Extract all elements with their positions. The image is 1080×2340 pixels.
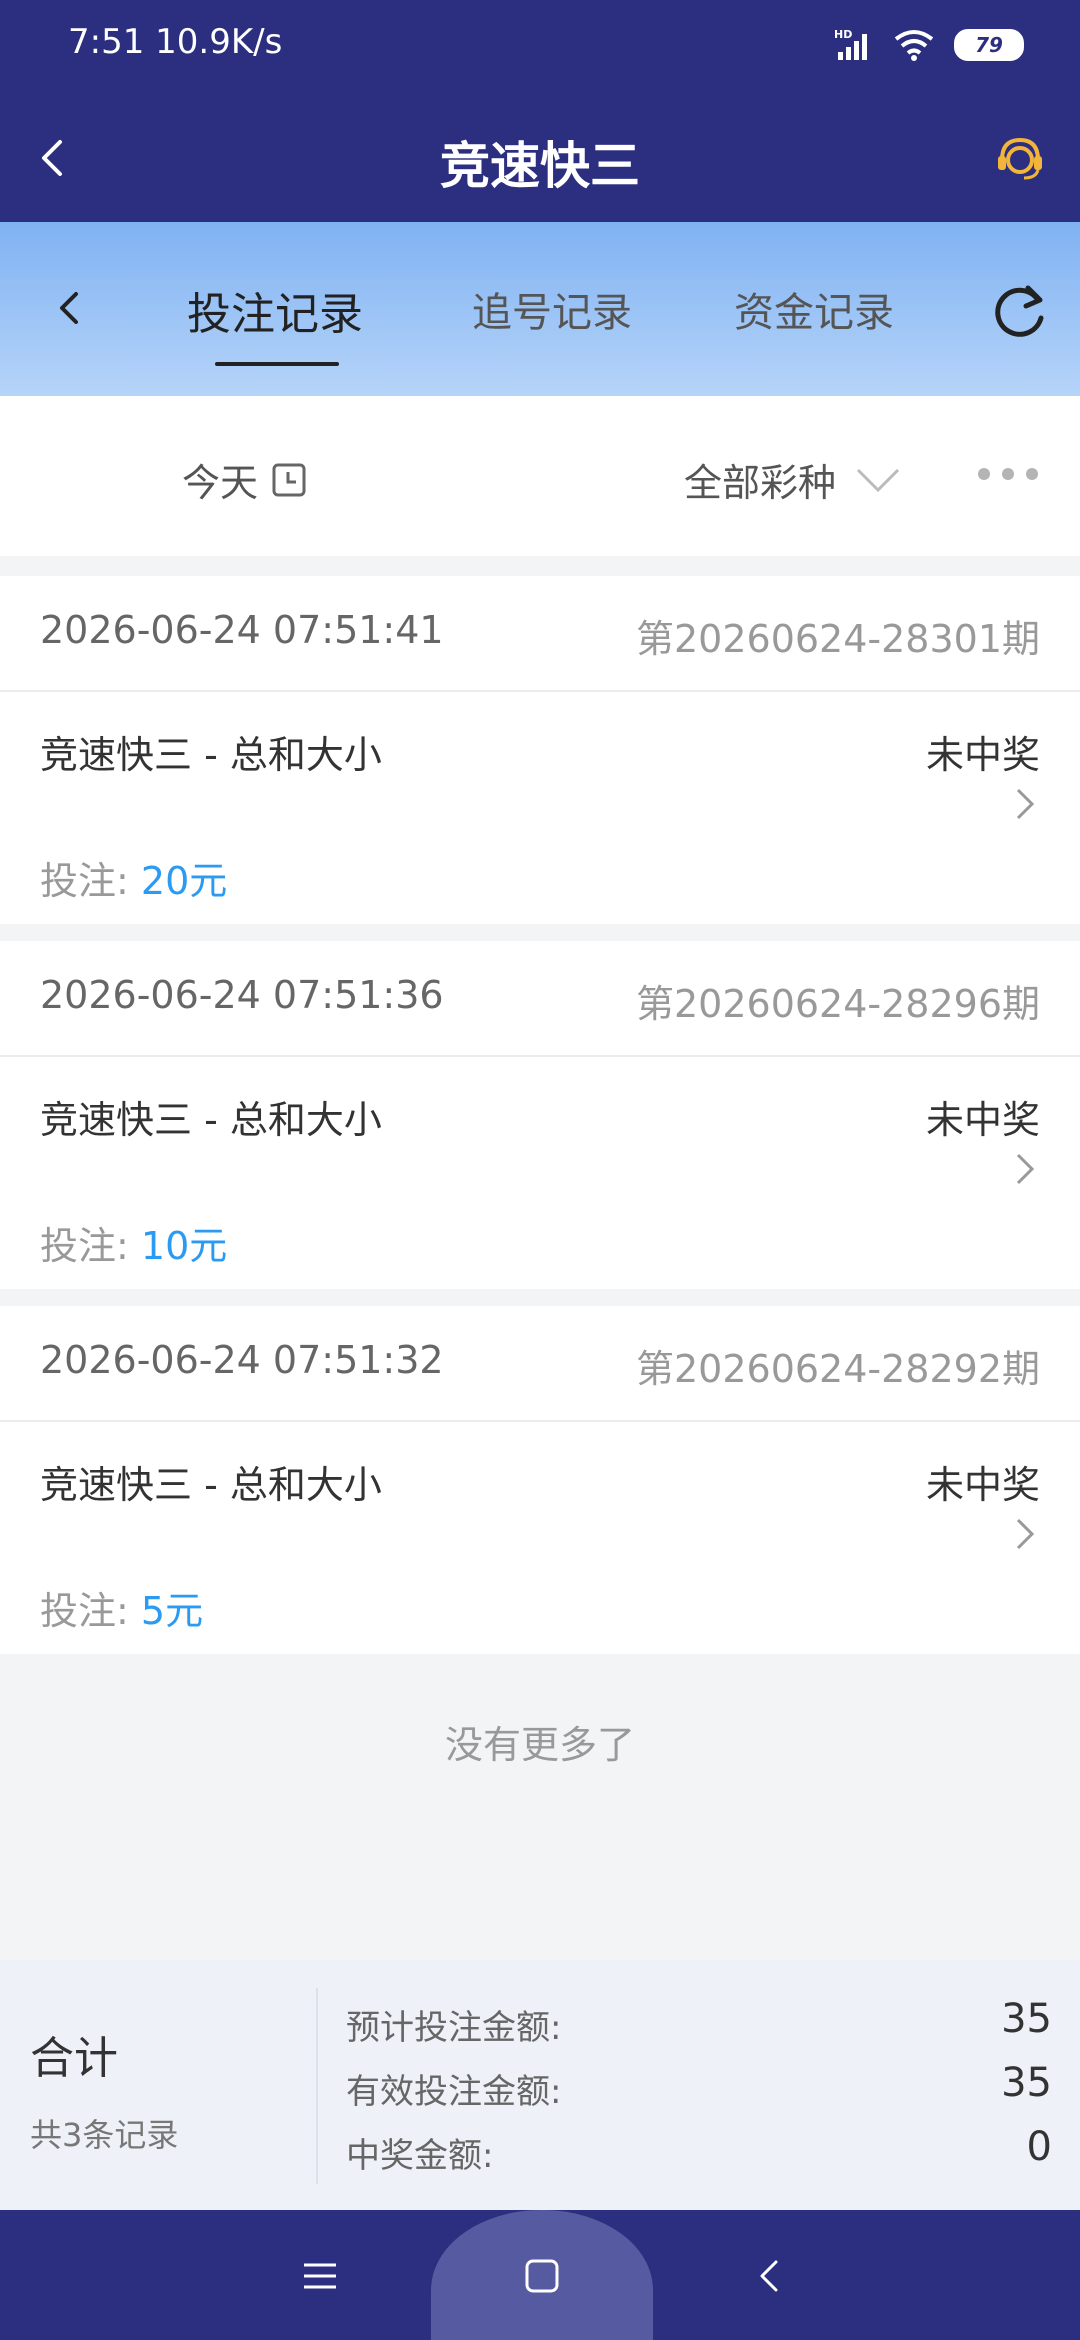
bet-label: 投注: bbox=[40, 859, 129, 903]
summary-panel: 合计 共3条记录 预计投注金额: 35 有效投注金额: 35 中奖金额: 0 bbox=[0, 1960, 1080, 2210]
summary-label: 预计投注金额: bbox=[346, 2008, 562, 2048]
bet-amount: 20元 bbox=[140, 859, 228, 903]
bet-label: 投注: bbox=[40, 1224, 129, 1268]
tab-back-icon[interactable] bbox=[42, 280, 98, 336]
summary-count: 共3条记录 bbox=[30, 2116, 179, 2154]
refresh-icon[interactable] bbox=[986, 278, 1052, 344]
dot bbox=[978, 468, 990, 480]
tab-bar: 投注记录 追号记录 资金记录 bbox=[0, 222, 1080, 396]
filter-bar: 今天 全部彩种 bbox=[0, 396, 1080, 556]
record-issue: 第20260624-28301期 bbox=[635, 617, 1040, 661]
summary-value: 0 bbox=[1026, 2124, 1052, 2170]
record-time: 2026-06-24 07:51:36 bbox=[40, 973, 444, 1017]
dot bbox=[1002, 468, 1014, 480]
clock-icon bbox=[272, 463, 306, 496]
more-options-icon[interactable] bbox=[978, 468, 1038, 480]
nav-back-icon[interactable] bbox=[744, 2250, 796, 2302]
bet-label: 投注: bbox=[40, 1589, 129, 1633]
date-filter-label: 今天 bbox=[182, 461, 259, 505]
svg-text:HD: HD bbox=[834, 28, 852, 41]
status-icons: HD 79 bbox=[834, 28, 1024, 62]
app-header: 竞速快三 bbox=[0, 90, 1080, 222]
record-status: 未中奖 bbox=[925, 733, 1040, 777]
record-status: 未中奖 bbox=[925, 1098, 1040, 1142]
battery-level: 79 bbox=[975, 33, 1003, 57]
record-card[interactable]: 2026-06-24 07:51:36 第20260624-28296期 竞速快… bbox=[0, 941, 1080, 1289]
home-icon[interactable] bbox=[516, 2250, 568, 2302]
record-status: 未中奖 bbox=[925, 1463, 1040, 1507]
summary-divider bbox=[316, 1988, 318, 2184]
record-card[interactable]: 2026-06-24 07:51:32 第20260624-28292期 竞速快… bbox=[0, 1306, 1080, 1654]
chevron-right-icon[interactable] bbox=[1004, 1514, 1044, 1554]
record-time: 2026-06-24 07:51:41 bbox=[40, 608, 444, 652]
battery-icon: 79 bbox=[954, 29, 1024, 61]
status-bar: 7:51 10.9K/s HD 79 bbox=[0, 0, 1080, 90]
record-header: 2026-06-24 07:51:36 第20260624-28296期 bbox=[0, 941, 1080, 1057]
record-time: 2026-06-24 07:51:32 bbox=[40, 1338, 444, 1382]
record-card[interactable]: 2026-06-24 07:51:41 第20260624-28301期 竞速快… bbox=[0, 576, 1080, 924]
summary-label: 中奖金额: bbox=[346, 2136, 494, 2176]
summary-title: 合计 bbox=[30, 2033, 118, 2084]
summary-row-expected-bet: 预计投注金额: 35 bbox=[346, 1996, 1052, 2048]
page-title: 竞速快三 bbox=[440, 137, 640, 195]
active-tab-indicator bbox=[215, 362, 339, 366]
record-name: 竞速快三 - 总和大小 bbox=[40, 1098, 382, 1142]
chevron-right-icon[interactable] bbox=[1004, 784, 1044, 824]
record-bet: 投注: 20元 bbox=[40, 850, 227, 905]
clock: 7:51 bbox=[68, 22, 145, 62]
chevron-right-icon[interactable] bbox=[1004, 1149, 1044, 1189]
lottery-type-filter[interactable]: 全部彩种 bbox=[684, 452, 900, 507]
summary-value: 35 bbox=[1001, 2060, 1052, 2106]
wifi-icon bbox=[894, 30, 934, 61]
chevron-down-icon bbox=[856, 468, 900, 492]
system-nav-bar bbox=[0, 2210, 1080, 2340]
status-time: 7:51 10.9K/s bbox=[68, 22, 282, 62]
signal-icon: HD bbox=[834, 28, 867, 60]
dot bbox=[1026, 468, 1038, 480]
tab-fund-records[interactable]: 资金记录 bbox=[734, 280, 894, 338]
record-name: 竞速快三 - 总和大小 bbox=[40, 733, 382, 777]
summary-label: 有效投注金额: bbox=[346, 2072, 562, 2112]
lottery-type-label: 全部彩种 bbox=[684, 461, 837, 505]
customer-service-icon[interactable] bbox=[990, 128, 1050, 188]
record-issue: 第20260624-28292期 bbox=[635, 1347, 1040, 1391]
record-body: 竞速快三 - 总和大小 未中奖 投注: 20元 bbox=[0, 692, 1080, 924]
record-name: 竞速快三 - 总和大小 bbox=[40, 1463, 382, 1507]
record-body: 竞速快三 - 总和大小 未中奖 投注: 5元 bbox=[0, 1422, 1080, 1654]
record-body: 竞速快三 - 总和大小 未中奖 投注: 10元 bbox=[0, 1057, 1080, 1289]
summary-value: 35 bbox=[1001, 1996, 1052, 2042]
record-header: 2026-06-24 07:51:41 第20260624-28301期 bbox=[0, 576, 1080, 692]
bet-amount: 10元 bbox=[140, 1224, 228, 1268]
record-bet: 投注: 10元 bbox=[40, 1215, 227, 1270]
no-more-text: 没有更多了 bbox=[444, 1723, 635, 1767]
summary-row-valid-bet: 有效投注金额: 35 bbox=[346, 2060, 1052, 2112]
network-speed: 10.9K/s bbox=[155, 22, 283, 62]
record-header: 2026-06-24 07:51:32 第20260624-28292期 bbox=[0, 1306, 1080, 1422]
bet-amount: 5元 bbox=[140, 1589, 204, 1633]
record-issue: 第20260624-28296期 bbox=[635, 982, 1040, 1026]
summary-row-winnings: 中奖金额: 0 bbox=[346, 2124, 1052, 2176]
date-filter[interactable]: 今天 bbox=[182, 452, 306, 507]
menu-icon[interactable] bbox=[294, 2250, 346, 2302]
tab-bet-records[interactable]: 投注记录 bbox=[187, 278, 363, 342]
record-bet: 投注: 5元 bbox=[40, 1580, 203, 1635]
tab-chase-records[interactable]: 追号记录 bbox=[472, 280, 632, 338]
